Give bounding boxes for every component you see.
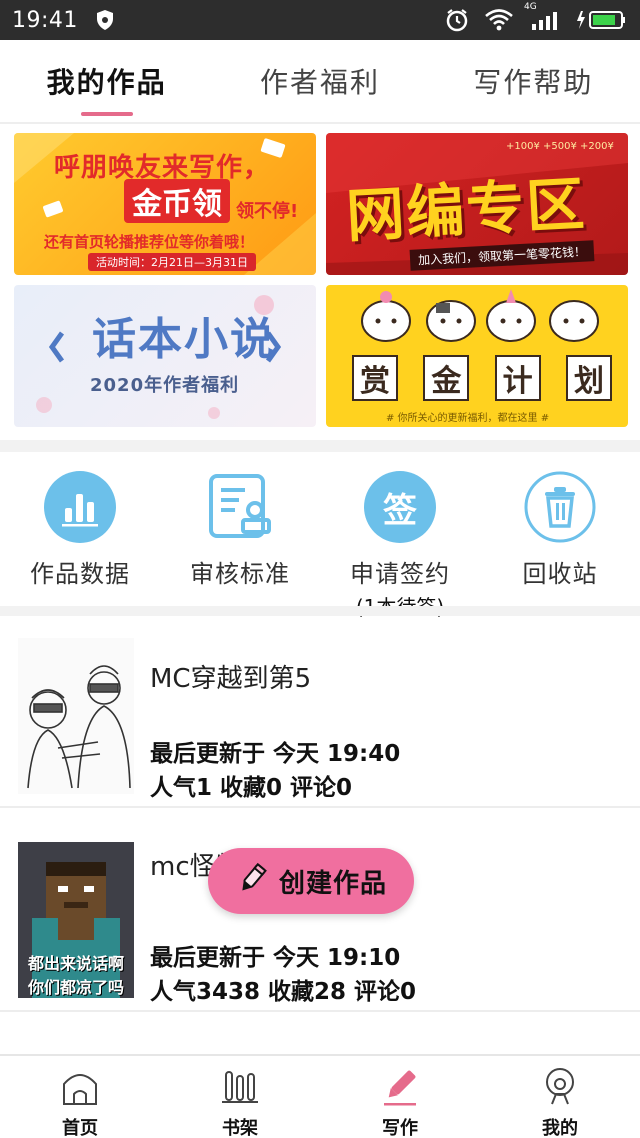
action-label: 作品数据 [30,560,130,588]
banner-tagline: 领不停! [236,201,299,222]
bookshelf-icon [220,1066,260,1110]
trash-icon [523,470,597,544]
work-stats: 人气3438 收藏28 评论0 [150,979,417,1005]
work-last-updated: 最后更新于 今天 19:40 [150,741,401,767]
pencil-icon [235,862,269,900]
sign-icon-glyph: 签 [383,490,417,531]
home-icon [60,1066,100,1110]
banner-title: 话本小说 [92,314,276,365]
signal-4g-icon: 4G [524,2,562,32]
top-tabs: 我的作品 作者福利 写作帮助 [0,40,640,124]
action-review-standards[interactable]: 审核标准 [160,452,320,604]
nav-label: 我的 [542,1118,578,1138]
status-bar: 19:41 4G [0,0,640,40]
banner-subtitle: 2020年作者福利 [90,375,240,396]
work-last-updated: 最后更新于 今天 19:10 [150,945,401,971]
status-time: 19:41 [12,7,78,33]
create-work-button[interactable]: 创建作品 [208,848,414,914]
writer-page: 19:41 4G 我的作品 作者福利 写作帮助 呼朋唤友来写作， 金币领 领不停… [0,0,640,1138]
cover-caption: 都出来说话啊 [27,954,124,973]
wifi-icon [484,8,514,32]
section-divider [0,440,640,452]
bounty-char: 计 [494,355,541,401]
work-cover-image [18,638,134,794]
banner-coins-deco: +100¥ +500¥ +200¥ [506,141,614,152]
banner-novel-benefits[interactable]: 话本小说 2020年作者福利 [14,285,316,427]
action-recycle-bin[interactable]: 回收站 [480,452,640,604]
bottom-nav: 首页 书架 写作 我的 [0,1054,640,1138]
tab-writing-help[interactable]: 写作帮助 [427,40,640,122]
review-document-icon [203,470,277,544]
banner-bounty-plan[interactable]: 赏 金 计 划 # 你所关心的更新福利，都在这里 # [326,285,628,427]
active-tab-indicator [80,112,133,116]
work-stats: 人气1 收藏0 评论0 [150,775,353,801]
work-cover-image: 都出来说话啊 你们都凉了吗 [18,842,134,998]
work-title: MC穿越到第5 [150,664,312,694]
banner-subline: 还有首页轮播推荐位等你着哦！ [44,233,255,251]
bounty-title: 赏 金 计 划 [352,355,612,401]
action-work-data[interactable]: 作品数据 [0,452,160,604]
tab-author-benefits[interactable]: 作者福利 [213,40,426,122]
tab-label: 我的作品 [46,66,167,99]
bounty-char: 划 [565,355,612,401]
pencil-icon [380,1066,420,1110]
nav-write[interactable]: 写作 [320,1056,480,1138]
bounty-char: 赏 [352,355,398,401]
nav-bookshelf[interactable]: 书架 [160,1056,320,1138]
work-item[interactable]: MC穿越到第5 最后更新于 今天 19:40 人气1 收藏0 评论0 [0,622,640,808]
action-label: 回收站 [522,560,598,588]
bar-chart-icon [43,470,117,544]
nav-label: 写作 [382,1118,418,1138]
alarm-icon [444,7,470,33]
banner-grid: 呼朋唤友来写作， 金币领 领不停! 还有首页轮播推荐位等你着哦！ 活动时间：2月… [14,133,628,427]
action-apply-contract[interactable]: 签 申请签约 (1本待签) [320,452,480,619]
bounty-char: 金 [423,355,470,401]
tab-label: 作者福利 [259,66,380,99]
banner-editor-zone[interactable]: +100¥ +500¥ +200¥ 网编专区 加入我们，领取第一笔零花钱！ [326,133,628,275]
action-label: 申请签约 [350,560,450,588]
banner-footnote: # 你所关心的更新福利，都在这里 # [386,413,550,424]
section-divider [0,606,640,616]
nav-home[interactable]: 首页 [0,1056,160,1138]
sign-contract-icon: 签 [363,470,437,544]
banner-invite-friends[interactable]: 呼朋唤友来写作， 金币领 领不停! 还有首页轮播推荐位等你着哦！ 活动时间：2月… [14,133,316,275]
banner-highlight: 金币领 [124,179,230,223]
nav-profile[interactable]: 我的 [480,1056,640,1138]
profile-icon [540,1066,580,1110]
shield-icon [96,9,114,31]
banner-title: 网编专区 [344,169,588,251]
banner-date: 活动时间：2月21日—3月31日 [88,253,256,271]
nav-label: 书架 [222,1118,258,1138]
tab-my-works[interactable]: 我的作品 [0,40,213,122]
battery-icon [576,8,628,32]
cover-caption: 你们都凉了吗 [27,978,124,997]
status-icons: 4G [444,2,628,33]
network-label: 4G [524,2,537,12]
tab-label: 写作帮助 [473,66,594,99]
create-work-label: 创建作品 [278,868,387,899]
nav-label: 首页 [62,1118,98,1138]
quick-actions: 作品数据 审核标准 签 申请签约 (1本待签) 回收站 [0,452,640,619]
action-label: 审核标准 [190,560,290,588]
